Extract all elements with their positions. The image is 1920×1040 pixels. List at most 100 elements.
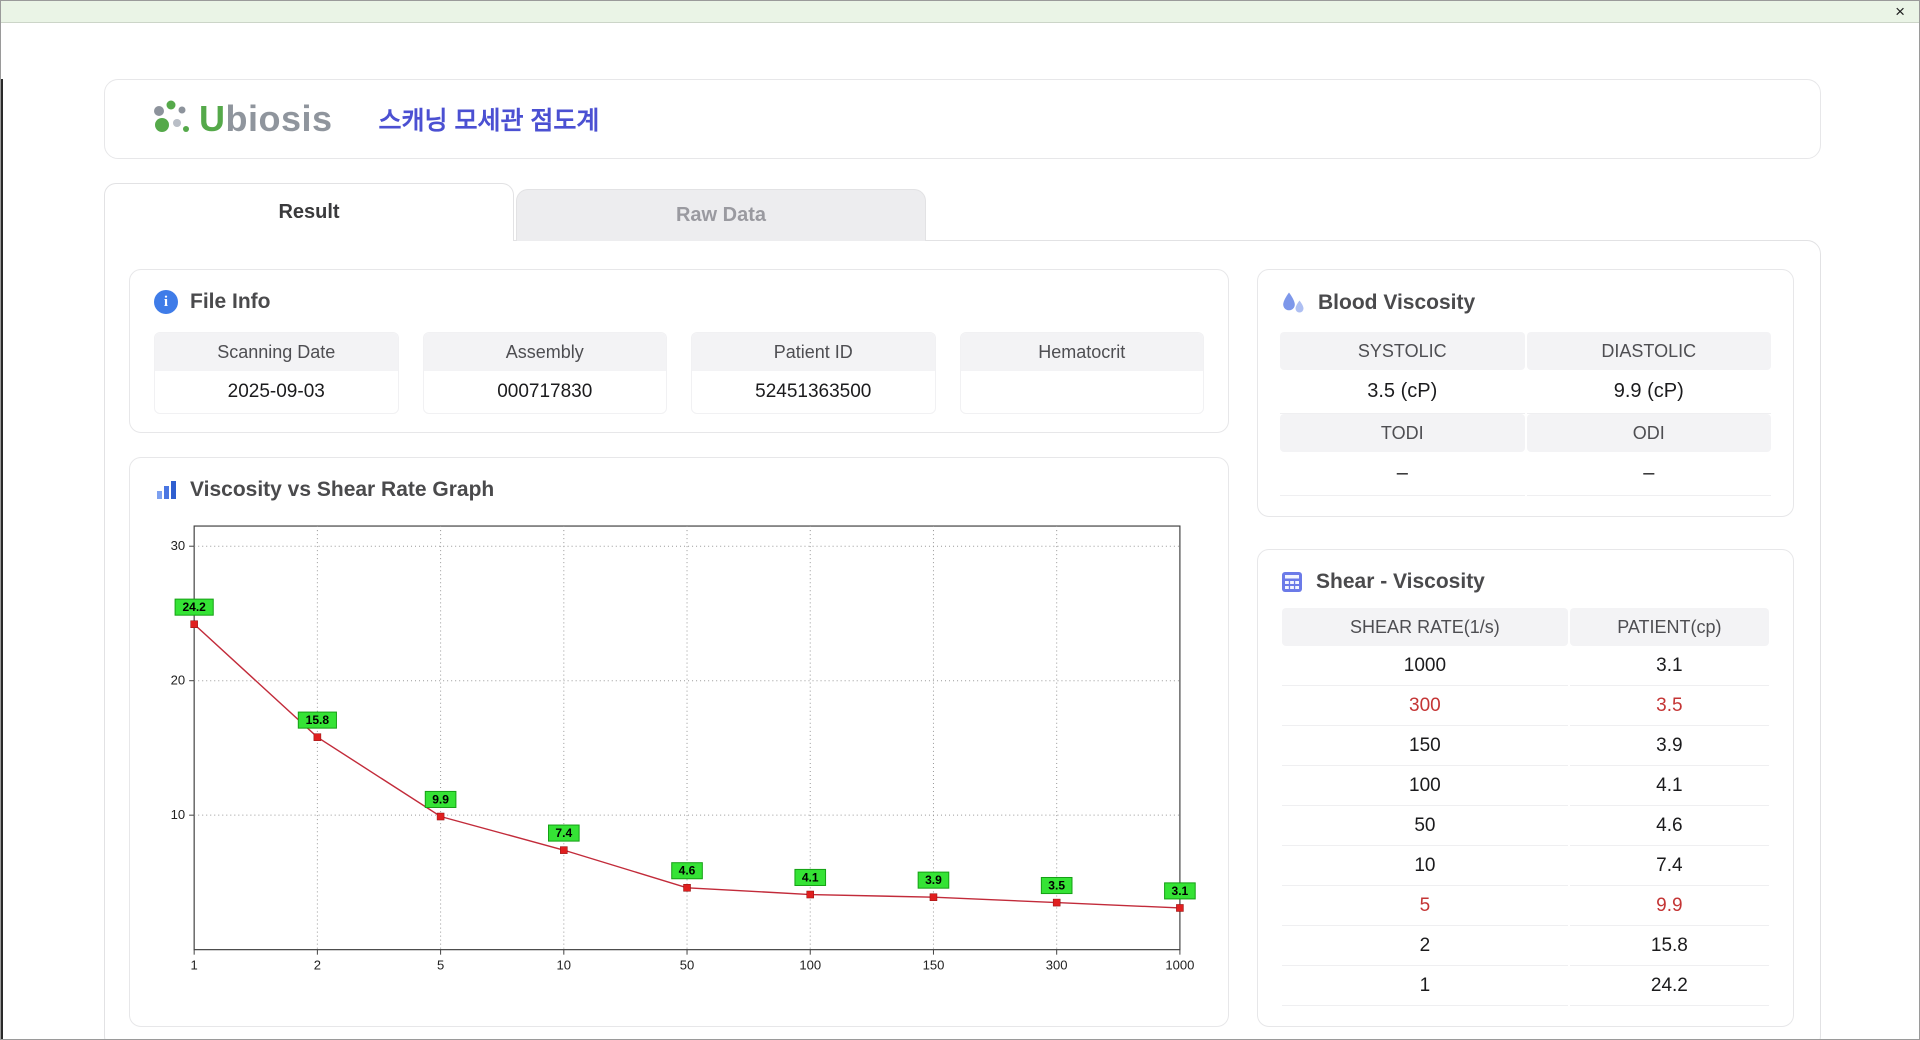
ubiosis-logo-icon xyxy=(149,98,195,140)
bv-value-systolic: 3.5 (cP) xyxy=(1280,370,1525,414)
bv-value-odi: – xyxy=(1527,452,1772,496)
droplet-icon xyxy=(1280,290,1306,316)
shear-rate-cell: 2 xyxy=(1282,926,1568,966)
viscosity-chart: 1020301251050100150300100024.215.89.97.4… xyxy=(154,514,1204,984)
svg-text:4.1: 4.1 xyxy=(802,870,819,884)
graph-header: Viscosity vs Shear Rate Graph xyxy=(154,478,1204,502)
shear-viscosity-card: Shear - Viscosity SHEAR RATE(1/s) PATIEN… xyxy=(1257,549,1794,1027)
title-bar: × xyxy=(1,1,1919,23)
svg-text:50: 50 xyxy=(680,958,695,973)
svg-text:10: 10 xyxy=(557,958,572,973)
shear-table-head: SHEAR RATE(1/s) PATIENT(cp) xyxy=(1282,608,1769,646)
patient-cell: 3.9 xyxy=(1570,726,1769,766)
svg-text:100: 100 xyxy=(799,958,821,973)
file-info-fields: Scanning Date 2025-09-03 Assembly 000717… xyxy=(154,332,1204,414)
svg-text:1000: 1000 xyxy=(1165,958,1194,973)
field-value: 52451363500 xyxy=(692,371,935,413)
shear-rate-cell: 1 xyxy=(1282,966,1568,1006)
graph-card: Viscosity vs Shear Rate Graph 1020301251… xyxy=(129,457,1229,1027)
blood-viscosity-header: Blood Viscosity xyxy=(1280,290,1771,316)
shear-viscosity-header: Shear - Viscosity xyxy=(1280,570,1771,594)
field-label: Patient ID xyxy=(692,333,935,371)
svg-text:10: 10 xyxy=(171,807,186,822)
bv-label-odi: ODI xyxy=(1527,414,1772,452)
shear-rate-cell: 300 xyxy=(1282,686,1568,726)
shear-table-row: 59.9 xyxy=(1282,886,1769,926)
main-container: Ubiosis 스캐닝 모세관 점도계 Result Raw Data i Fi… xyxy=(104,79,1821,1040)
shear-rate-cell: 5 xyxy=(1282,886,1568,926)
svg-text:30: 30 xyxy=(171,538,186,553)
svg-text:4.6: 4.6 xyxy=(679,864,696,878)
logo-text: Ubiosis xyxy=(199,101,333,137)
svg-text:2: 2 xyxy=(314,958,321,973)
shear-rate-column-header: SHEAR RATE(1/s) xyxy=(1282,608,1568,646)
graph-title: Viscosity vs Shear Rate Graph xyxy=(190,478,494,502)
field-value: 2025-09-03 xyxy=(155,371,398,413)
shear-table-row: 504.6 xyxy=(1282,806,1769,846)
svg-text:300: 300 xyxy=(1046,958,1068,973)
bv-label-systolic: SYSTOLIC xyxy=(1280,332,1525,370)
left-column: i File Info Scanning Date 2025-09-03 Ass… xyxy=(129,269,1229,1027)
patient-cell: 3.1 xyxy=(1570,646,1769,686)
blood-viscosity-card: Blood Viscosity SYSTOLIC DIASTOLIC 3.5 (… xyxy=(1257,269,1794,517)
shear-table-row: 10003.1 xyxy=(1282,646,1769,686)
field-label: Scanning Date xyxy=(155,333,398,371)
table-icon xyxy=(1280,570,1304,594)
field-value: 000717830 xyxy=(424,371,667,413)
field-hematocrit: Hematocrit xyxy=(960,332,1205,414)
app-window: × Ubiosis 스캐닝 모세관 점도계 xyxy=(0,0,1920,1040)
bv-value-todi: – xyxy=(1280,452,1525,496)
info-icon: i xyxy=(154,290,178,314)
shear-table-header-row: SHEAR RATE(1/s) PATIENT(cp) xyxy=(1282,608,1769,646)
ubiosis-logo: Ubiosis xyxy=(149,98,333,140)
bv-label-diastolic: DIASTOLIC xyxy=(1527,332,1772,370)
shear-rate-cell: 1000 xyxy=(1282,646,1568,686)
svg-text:3.1: 3.1 xyxy=(1172,884,1189,898)
shear-table: SHEAR RATE(1/s) PATIENT(cp) 10003.13003.… xyxy=(1280,608,1771,1006)
svg-text:1: 1 xyxy=(191,958,198,973)
shear-rate-cell: 10 xyxy=(1282,846,1568,886)
patient-cell: 4.1 xyxy=(1570,766,1769,806)
tab-result[interactable]: Result xyxy=(104,183,514,241)
chart-wrap: 1020301251050100150300100024.215.89.97.4… xyxy=(154,514,1204,984)
bv-value-diastolic: 9.9 (cP) xyxy=(1527,370,1772,414)
tab-bar: Result Raw Data xyxy=(104,183,1821,241)
shear-table-body: 10003.13003.51503.91004.1504.6107.459.92… xyxy=(1282,646,1769,1006)
shear-table-row: 107.4 xyxy=(1282,846,1769,886)
bv-label-todi: TODI xyxy=(1280,414,1525,452)
file-info-card: i File Info Scanning Date 2025-09-03 Ass… xyxy=(129,269,1229,433)
field-patient-id: Patient ID 52451363500 xyxy=(691,332,936,414)
blood-viscosity-grid: SYSTOLIC DIASTOLIC 3.5 (cP) 9.9 (cP) TOD… xyxy=(1280,332,1771,496)
shear-rate-cell: 50 xyxy=(1282,806,1568,846)
bar-chart-icon xyxy=(154,478,178,502)
patient-cell: 4.6 xyxy=(1570,806,1769,846)
svg-text:5: 5 xyxy=(437,958,444,973)
field-assembly: Assembly 000717830 xyxy=(423,332,668,414)
shear-rate-cell: 100 xyxy=(1282,766,1568,806)
field-value xyxy=(961,371,1204,413)
shear-table-row: 1004.1 xyxy=(1282,766,1769,806)
blood-viscosity-title: Blood Viscosity xyxy=(1318,291,1475,315)
close-button[interactable]: × xyxy=(1895,3,1905,20)
shear-table-row: 1503.9 xyxy=(1282,726,1769,766)
shear-viscosity-title: Shear - Viscosity xyxy=(1316,570,1485,594)
page: Ubiosis 스캐닝 모세관 점도계 Result Raw Data i Fi… xyxy=(1,79,1919,1040)
svg-text:150: 150 xyxy=(923,958,945,973)
file-info-title: File Info xyxy=(190,290,271,314)
header-card: Ubiosis 스캐닝 모세관 점도계 xyxy=(104,79,1821,159)
svg-text:3.9: 3.9 xyxy=(925,873,942,887)
logo-letter-u: U xyxy=(199,98,226,139)
field-scanning-date: Scanning Date 2025-09-03 xyxy=(154,332,399,414)
file-info-header: i File Info xyxy=(154,290,1204,314)
right-column: Blood Viscosity SYSTOLIC DIASTOLIC 3.5 (… xyxy=(1257,269,1794,1027)
svg-text:7.4: 7.4 xyxy=(555,826,572,840)
shear-rate-cell: 150 xyxy=(1282,726,1568,766)
tab-raw-data[interactable]: Raw Data xyxy=(516,189,926,241)
content-card: i File Info Scanning Date 2025-09-03 Ass… xyxy=(104,240,1821,1040)
page-title: 스캐닝 모세관 점도계 xyxy=(379,101,600,137)
patient-cell: 3.5 xyxy=(1570,686,1769,726)
shear-table-row: 3003.5 xyxy=(1282,686,1769,726)
shear-table-row: 124.2 xyxy=(1282,966,1769,1006)
patient-column-header: PATIENT(cp) xyxy=(1570,608,1769,646)
svg-text:3.5: 3.5 xyxy=(1048,879,1065,893)
